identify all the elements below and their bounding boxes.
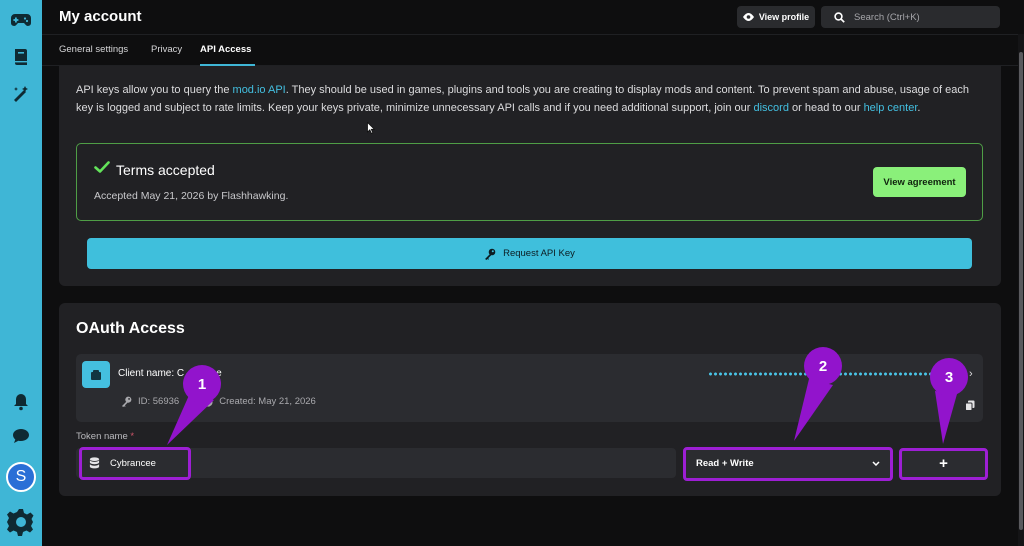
- eye-icon: [742, 13, 754, 21]
- top-header: My account View profile Search (Ctrl+K): [42, 0, 1018, 34]
- chevron-right-icon[interactable]: ›: [969, 368, 973, 380]
- api-access-card: API keys allow you to query the mod.io A…: [59, 66, 1001, 286]
- tab-privacy[interactable]: Privacy: [151, 44, 182, 55]
- oauth-title: OAuth Access: [76, 320, 185, 337]
- terms-title: Terms accepted: [116, 162, 215, 178]
- view-profile-button[interactable]: View profile: [737, 6, 815, 28]
- client-meta: ID: 56936 Created: May 21, 2026: [121, 396, 316, 407]
- highlight-add-button: [899, 448, 988, 480]
- key-icon: [485, 248, 496, 260]
- token-name-label: Token name *: [76, 431, 135, 442]
- view-agreement-button[interactable]: View agreement: [873, 167, 966, 197]
- search-placeholder: Search (Ctrl+K): [854, 11, 920, 23]
- callout-badge-2: 2: [804, 347, 842, 385]
- terms-accepted-panel: Terms accepted Accepted May 21, 2026 by …: [76, 143, 983, 221]
- scrollbar-thumb[interactable]: [1019, 52, 1023, 530]
- request-api-key-button[interactable]: Request API Key: [87, 238, 972, 269]
- client-created-date: Created: May 21, 2026: [219, 396, 316, 407]
- request-api-key-label: Request API Key: [503, 248, 575, 259]
- check-icon: [94, 161, 110, 173]
- view-profile-label: View profile: [758, 12, 810, 22]
- mouse-cursor-icon: [367, 122, 375, 134]
- wand-icon[interactable]: [9, 82, 33, 106]
- bell-icon[interactable]: [9, 390, 33, 414]
- terms-accepted-text: Accepted May 21, 2026 by Flashhawking.: [94, 190, 289, 202]
- left-rail: S: [0, 0, 42, 546]
- page-title: My account: [59, 8, 142, 25]
- chat-icon[interactable]: [9, 424, 33, 448]
- gamepad-icon[interactable]: [9, 8, 33, 32]
- highlight-token-name: [79, 447, 191, 480]
- api-intro-text: API keys allow you to query the mod.io A…: [76, 84, 969, 114]
- account-tabs: General settings Privacy API Access: [42, 34, 1018, 66]
- callout-badge-1: 1: [183, 365, 221, 403]
- help-center-link[interactable]: help center: [864, 102, 918, 114]
- copy-icon[interactable]: [965, 400, 975, 411]
- tab-api-access[interactable]: API Access: [200, 44, 251, 55]
- book-icon[interactable]: [9, 45, 33, 69]
- highlight-scope-dropdown: [683, 447, 893, 481]
- avatar[interactable]: S: [6, 462, 36, 492]
- client-app-icon: [82, 361, 110, 388]
- modio-api-link[interactable]: mod.io API: [233, 84, 286, 96]
- search-input[interactable]: Search (Ctrl+K): [821, 6, 1000, 28]
- key-icon: [121, 396, 132, 407]
- tab-general-settings[interactable]: General settings: [59, 44, 128, 55]
- client-id: ID: 56936: [138, 396, 180, 407]
- search-icon: [834, 11, 845, 23]
- callout-badge-3: 3: [930, 358, 968, 396]
- discord-link[interactable]: discord: [753, 102, 788, 114]
- settings-logo-icon[interactable]: [6, 507, 36, 537]
